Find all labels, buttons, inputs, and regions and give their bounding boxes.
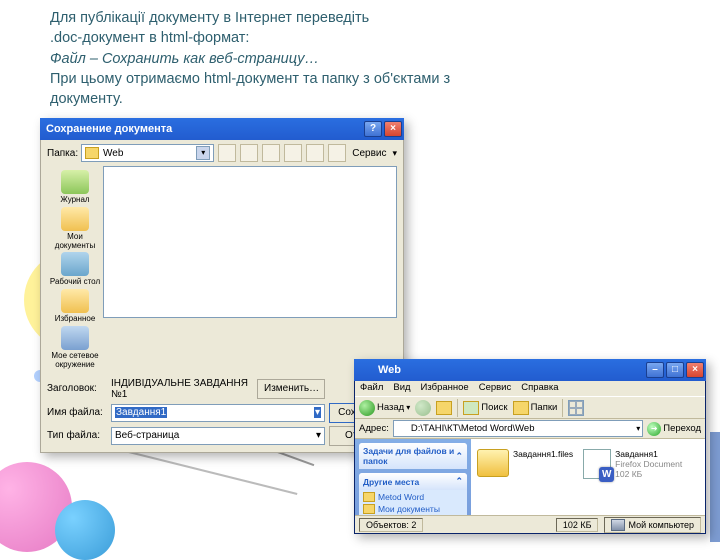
chevron-down-icon[interactable]: ▾	[196, 146, 210, 160]
folders-button[interactable]: Папки	[513, 401, 558, 415]
close-button[interactable]: ×	[384, 121, 402, 137]
search-button[interactable]: Поиск	[463, 401, 507, 415]
menu-bar: Файл Вид Избранное Сервис Справка	[355, 381, 705, 397]
doc-size: 102 КБ	[615, 469, 642, 479]
menu-favorites[interactable]: Избранное	[421, 382, 469, 395]
file-list-pane[interactable]	[103, 166, 397, 318]
go-button[interactable]: ➜Переход	[647, 422, 701, 436]
filetype-combo[interactable]: Веб-страница ▾	[111, 427, 325, 445]
instruction-line-4: При цьому отримаємо html-документ та пап…	[50, 71, 450, 87]
close-button[interactable]: ×	[686, 362, 704, 378]
menu-view[interactable]: Вид	[393, 382, 410, 395]
tasks-header[interactable]: Задачи для файлов и папок⌃	[359, 443, 467, 469]
back-icon[interactable]	[218, 144, 236, 162]
document-item[interactable]: Завдання1 Firefox Document 102 КБ	[583, 449, 682, 480]
task-pane: Задачи для файлов и папок⌃ Другие места⌃…	[355, 439, 471, 515]
instruction-line-2: .doc-документ в html-формат:	[50, 30, 249, 46]
folder-combo-value: Web	[103, 148, 196, 159]
folder-name: Завдання1.files	[513, 449, 573, 459]
back-button[interactable]: Назад▾	[359, 400, 410, 416]
dialog-title: Сохранение документа	[46, 123, 172, 135]
other-places-header[interactable]: Другие места⌃	[359, 473, 467, 490]
folder-icon	[396, 424, 408, 434]
address-label: Адрес:	[359, 423, 389, 434]
address-value: D:\ТАНІ\КТ\Metod Word\Web	[411, 423, 535, 434]
forward-button[interactable]	[415, 400, 431, 416]
folder-icon	[363, 492, 375, 502]
places-favorites[interactable]: Избранное	[55, 289, 96, 324]
folder-label: Папка:	[47, 148, 77, 159]
doc-title-label: Заголовок:	[47, 383, 107, 394]
maximize-button[interactable]: □	[666, 362, 684, 378]
up-button[interactable]	[436, 401, 452, 415]
search-icon	[463, 401, 479, 415]
folder-icon	[363, 504, 375, 514]
chevron-down-icon[interactable]: ▾	[316, 430, 321, 441]
up-icon[interactable]	[240, 144, 258, 162]
filename-input[interactable]: Завдання1 ▾	[111, 404, 325, 422]
folder-item[interactable]: Завдання1.files	[477, 449, 573, 477]
doc-title-value: ІНДИВІДУАЛЬНЕ ЗАВДАННЯ №1	[111, 378, 253, 400]
word-document-icon	[583, 449, 611, 479]
toolbar: Назад▾ Поиск Папки	[355, 397, 705, 419]
chevron-up-icon: ⌃	[455, 451, 463, 462]
status-objects: Объектов: 2	[359, 518, 423, 532]
filetype-label: Тип файла:	[47, 430, 107, 441]
stray-edge	[710, 432, 720, 542]
place-mydocs[interactable]: Мои документы	[363, 504, 463, 514]
instruction-text: Для публікації документу в Інтернет пере…	[50, 8, 700, 109]
minimize-button[interactable]: –	[646, 362, 664, 378]
change-title-button[interactable]: Изменить…	[257, 379, 325, 399]
doc-type: Firefox Document	[615, 459, 682, 469]
chevron-down-icon[interactable]: ▾	[636, 424, 640, 433]
place-parent[interactable]: Metod Word	[363, 492, 463, 502]
file-view[interactable]: Завдання1.files Завдання1 Firefox Docume…	[471, 439, 705, 515]
places-recent[interactable]: Журнал	[60, 170, 89, 205]
places-bar: Журнал Мои документы Рабочий стол Избран…	[47, 166, 103, 374]
menu-service[interactable]: Сервис	[479, 382, 512, 395]
instruction-line-5: документу.	[50, 91, 123, 107]
computer-icon	[611, 519, 625, 531]
views-button[interactable]	[568, 400, 584, 416]
status-zone: Мой компьютер	[604, 517, 701, 533]
delete-icon[interactable]	[284, 144, 302, 162]
places-mydocs[interactable]: Мои документы	[47, 207, 103, 251]
address-input[interactable]: D:\ТАНІ\КТ\Metod Word\Web ▾	[393, 420, 643, 437]
dialog-titlebar[interactable]: Сохранение документа ? ×	[40, 118, 404, 140]
folder-icon	[360, 364, 374, 376]
filename-label: Имя файла:	[47, 407, 107, 418]
new-folder-icon[interactable]	[306, 144, 324, 162]
views-icon[interactable]	[328, 144, 346, 162]
folder-icon	[85, 147, 99, 159]
search-icon[interactable]	[262, 144, 280, 162]
folders-icon	[513, 401, 529, 415]
explorer-window: Web – □ × Файл Вид Избранное Сервис Спра…	[354, 359, 706, 534]
places-desktop[interactable]: Рабочий стол	[50, 252, 100, 287]
service-menu[interactable]: Сервис	[350, 148, 388, 159]
status-bar: Объектов: 2 102 КБ Мой компьютер	[355, 515, 705, 533]
save-as-dialog: Сохранение документа ? × Папка: Web ▾ Се…	[40, 118, 404, 453]
places-network[interactable]: Мое сетевое окружение	[47, 326, 103, 370]
chevron-down-icon[interactable]: ▾	[392, 148, 397, 159]
address-bar: Адрес: D:\ТАНІ\КТ\Metod Word\Web ▾ ➜Пере…	[355, 419, 705, 439]
menu-file[interactable]: Файл	[360, 382, 383, 395]
status-size: 102 КБ	[556, 518, 599, 532]
folder-icon	[477, 449, 509, 477]
back-icon	[359, 400, 375, 416]
folder-combo[interactable]: Web ▾	[81, 144, 214, 162]
filetype-value: Веб-страница	[115, 430, 179, 441]
go-icon: ➜	[647, 422, 661, 436]
help-button[interactable]: ?	[364, 121, 382, 137]
doc-name: Завдання1	[615, 449, 658, 459]
chevron-down-icon[interactable]: ▾	[314, 407, 321, 418]
instruction-line-3: Файл – Сохранить как веб-страницу…	[50, 51, 319, 67]
instruction-line-1: Для публікації документу в Інтернет пере…	[50, 10, 369, 26]
chevron-up-icon: ⌃	[455, 476, 463, 487]
tasks-box: Задачи для файлов и папок⌃	[359, 443, 467, 469]
explorer-title: Web	[378, 364, 401, 376]
other-places-box: Другие места⌃ Metod Word Мои документы О…	[359, 473, 467, 515]
filename-value: Завдання1	[115, 407, 167, 418]
menu-help[interactable]: Справка	[521, 382, 558, 395]
explorer-titlebar[interactable]: Web – □ ×	[354, 359, 706, 381]
